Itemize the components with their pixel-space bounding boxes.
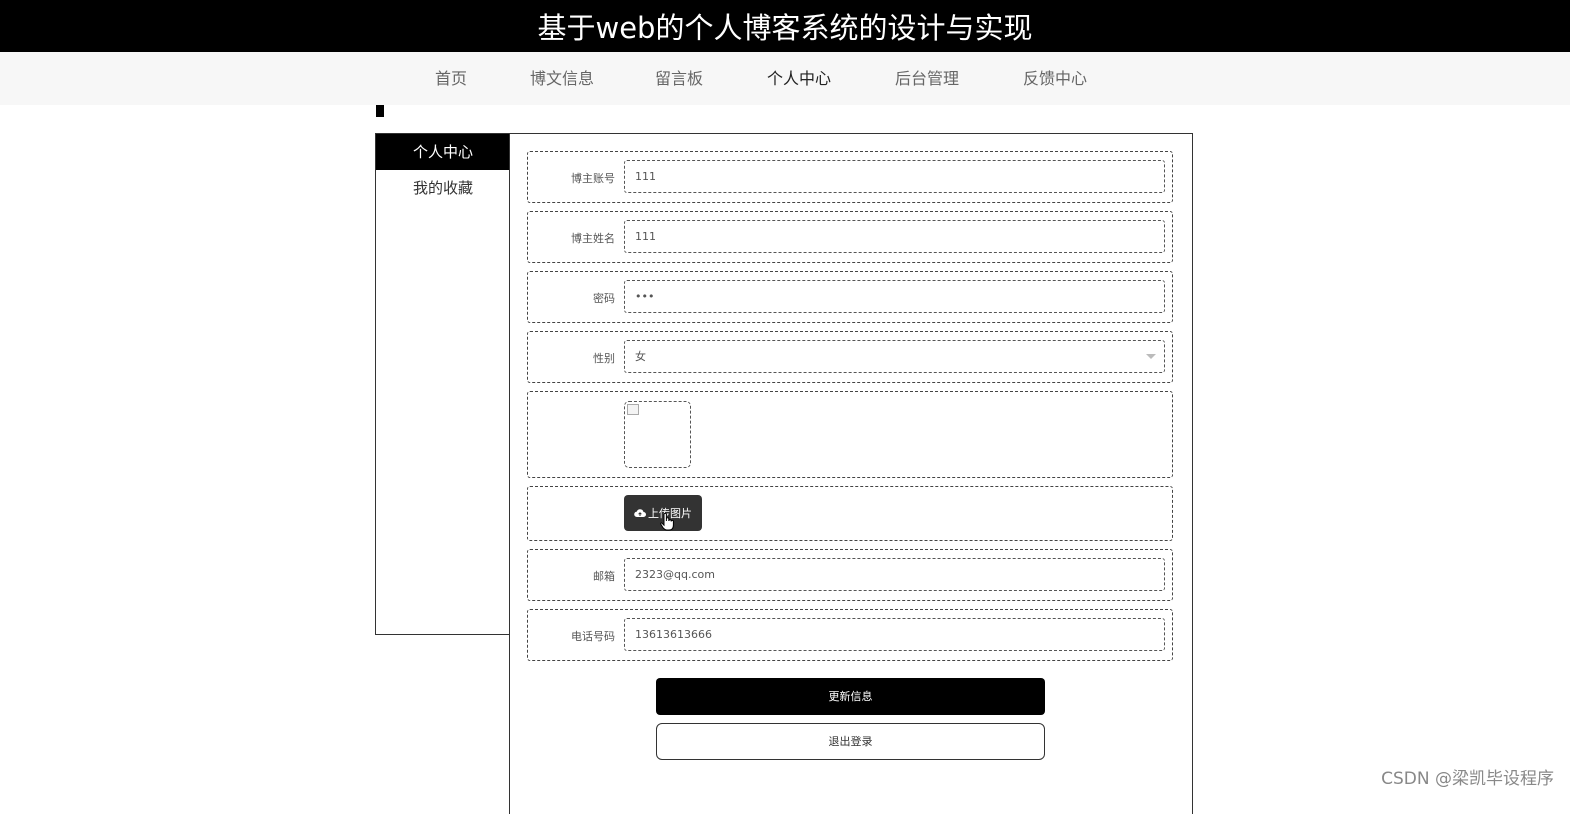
account-label: 博主账号 xyxy=(571,172,615,185)
form-row-password: 密码 ••• xyxy=(527,271,1173,323)
form-row-name: 博主姓名 111 xyxy=(527,211,1173,263)
site-title: 基于web的个人博客系统的设计与实现 xyxy=(537,11,1033,45)
gender-select[interactable]: 女 xyxy=(624,340,1165,373)
logout-button[interactable]: 退出登录 xyxy=(656,723,1045,760)
form-row-phone: 电话号码 13613613666 xyxy=(527,609,1173,661)
cloud-upload-icon xyxy=(634,509,646,518)
watermark: CSDN @梁凯毕设程序 xyxy=(1381,769,1554,789)
email-label: 邮箱 xyxy=(593,570,615,583)
email-input[interactable]: 2323@qq.com xyxy=(624,558,1165,591)
nav-item-profile[interactable]: 个人中心 xyxy=(767,52,831,105)
gender-label: 性别 xyxy=(593,352,615,365)
phone-input[interactable]: 13613613666 xyxy=(624,618,1165,651)
form-row-avatar xyxy=(527,391,1173,478)
phone-label: 电话号码 xyxy=(571,630,615,643)
password-input[interactable]: ••• xyxy=(624,280,1165,313)
nav-item-feedback[interactable]: 反馈中心 xyxy=(1023,52,1087,105)
form-row-account: 博主账号 111 xyxy=(527,151,1173,203)
account-input[interactable]: 111 xyxy=(624,160,1165,193)
sidebar-item-profile[interactable]: 个人中心 xyxy=(376,134,510,170)
update-info-button[interactable]: 更新信息 xyxy=(656,678,1045,715)
broken-image-icon xyxy=(627,404,639,415)
form-row-upload: 上传图片 xyxy=(527,486,1173,541)
avatar-preview xyxy=(624,401,691,468)
form-row-gender: 性别 女 xyxy=(527,331,1173,383)
password-label: 密码 xyxy=(593,292,615,305)
name-label: 博主姓名 xyxy=(571,232,615,245)
nav-item-posts[interactable]: 博文信息 xyxy=(530,52,594,105)
hand-cursor-icon xyxy=(660,513,674,531)
section-marker xyxy=(376,105,384,117)
gender-select-value: 女 xyxy=(635,350,646,363)
site-header: 基于web的个人博客系统的设计与实现 xyxy=(0,0,1570,52)
upload-image-button[interactable]: 上传图片 xyxy=(624,495,702,531)
sidebar: 个人中心 我的收藏 xyxy=(375,133,511,635)
nav-item-guestbook[interactable]: 留言板 xyxy=(655,52,703,105)
form-row-email: 邮箱 2323@qq.com xyxy=(527,549,1173,601)
name-input[interactable]: 111 xyxy=(624,220,1165,253)
main-nav: 首页 博文信息 留言板 个人中心 后台管理 反馈中心 xyxy=(0,52,1570,105)
chevron-down-icon xyxy=(1146,354,1156,359)
nav-item-admin[interactable]: 后台管理 xyxy=(895,52,959,105)
nav-item-home[interactable]: 首页 xyxy=(435,52,467,105)
profile-form-panel: 博主账号 111 博主姓名 111 密码 ••• 性别 女 上传图片 邮箱 23… xyxy=(509,133,1193,814)
sidebar-item-favorites[interactable]: 我的收藏 xyxy=(376,170,510,206)
